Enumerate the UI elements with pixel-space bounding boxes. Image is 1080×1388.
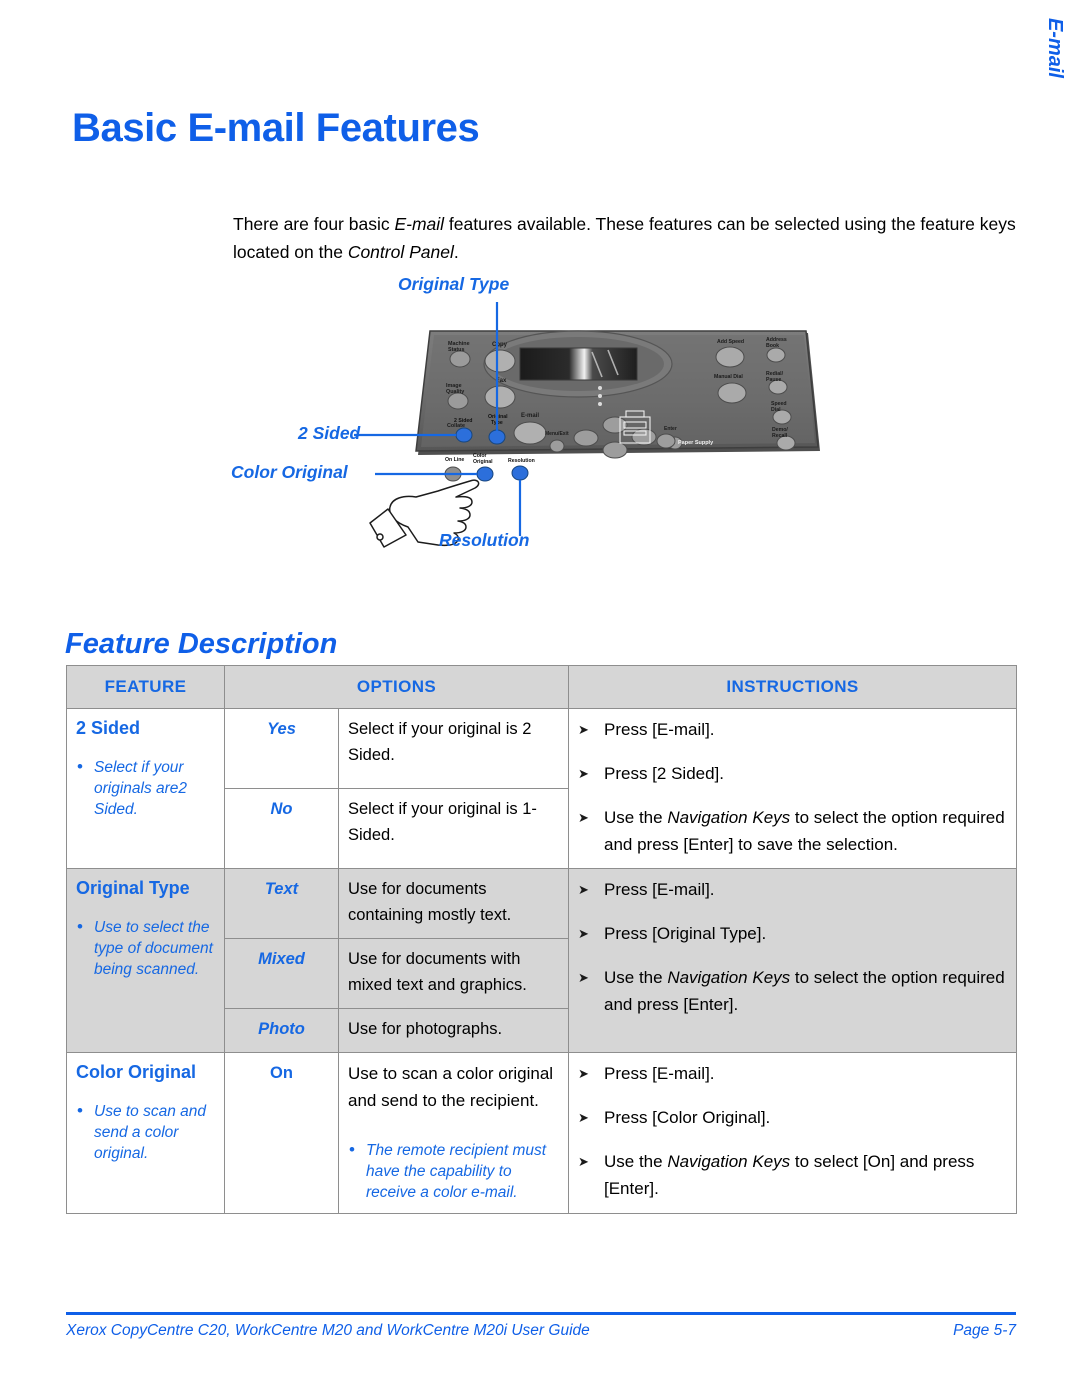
feature-title: 2 Sided — [76, 718, 141, 738]
instruction-pre: Use the — [604, 1152, 668, 1171]
option-value-yes: Yes — [224, 708, 339, 789]
intro-text-1: There are four basic — [233, 213, 395, 234]
callout-resolution: Resolution — [439, 530, 530, 550]
table-row: Color Original Use to scan and send a co… — [66, 1052, 1017, 1214]
option-description: Select if your original is 1-Sided. — [338, 788, 569, 869]
column-header-options: OPTIONS — [224, 665, 569, 709]
feature-title: Original Type — [76, 878, 190, 898]
instruction-step: Press [Original Type]. — [578, 920, 1007, 947]
instructions-cell-2-sided: Press [E-mail]. Press [2 Sided]. Use the… — [568, 708, 1017, 869]
instruction-emphasis: Navigation Keys — [667, 968, 791, 987]
svg-text:Quality: Quality — [446, 389, 464, 395]
footer-page-number: Page 5-7 — [953, 1322, 1016, 1339]
paper-supply-label: Paper Supply — [678, 440, 714, 446]
callout-2-sided: 2 Sided — [298, 423, 361, 443]
option-description: Select if your original is 2 Sided. — [338, 708, 569, 789]
option-value-no: No — [224, 788, 339, 869]
svg-text:Resolution: Resolution — [508, 458, 535, 464]
svg-text:Book: Book — [766, 343, 779, 349]
svg-text:On Line: On Line — [445, 457, 464, 463]
control-panel-diagram: Machine Status Image Quality Collate Copy … — [220, 265, 820, 565]
btn-color-original — [476, 466, 494, 482]
option-description: Use to scan a color original and send to… — [348, 1064, 554, 1110]
option-description-cell: Use to scan a color original and send to… — [338, 1052, 569, 1214]
intro-text-3: . — [453, 241, 459, 262]
feature-note: Use to select the type of document being… — [76, 916, 215, 980]
btn-2-sided — [455, 427, 473, 443]
instruction-pre: Use the — [604, 968, 668, 987]
table-header-row: FEATURE OPTIONS INSTRUCTIONS — [66, 665, 1017, 709]
callout-color-original: Color Original — [231, 462, 348, 482]
option-description: Use for documents containing mostly text… — [338, 868, 569, 939]
callout-original-type: Original Type — [398, 274, 510, 294]
feature-cell-original-type: Original Type Use to select the type of … — [66, 868, 225, 1053]
chapter-side-tab: E-mail — [1044, 17, 1066, 78]
btn-resolution — [511, 465, 529, 481]
option-description: Use for documents with mixed text and gr… — [338, 938, 569, 1009]
instruction-step: Use the Navigation Keys to select [On] a… — [578, 1148, 1007, 1202]
instruction-step: Press [E-mail]. — [578, 876, 1007, 903]
instruction-step: Press [E-mail]. — [578, 1060, 1007, 1087]
instruction-emphasis: Navigation Keys — [667, 808, 791, 827]
page-title: Basic E-mail Features — [72, 105, 480, 150]
option-value-mixed: Mixed — [224, 938, 339, 1009]
instruction-pre: Use the — [604, 808, 668, 827]
svg-text:Manual Dial: Manual Dial — [714, 374, 743, 380]
option-value-on: On — [224, 1052, 339, 1214]
option-description-note: The remote recipient must have the capab… — [348, 1139, 559, 1203]
intro-paragraph: There are four basic E-mail features ava… — [233, 210, 1023, 266]
instruction-step: Press [E-mail]. — [578, 716, 1007, 743]
instruction-emphasis: Navigation Keys — [667, 1152, 791, 1171]
table-row: Original Type Use to select the type of … — [66, 868, 1017, 1053]
label-2-sided: 2 Sided — [454, 418, 472, 424]
svg-text:Dial: Dial — [771, 407, 781, 413]
option-description: Use for photographs. — [338, 1008, 569, 1053]
paper-supply-button — [656, 433, 676, 449]
option-value-photo: Photo — [224, 1008, 339, 1053]
table-row: 2 Sided Select if your originals are2 Si… — [66, 708, 1017, 869]
svg-text:Copy: Copy — [492, 342, 508, 348]
instructions-cell-color-original: Press [E-mail]. Press [Color Original]. … — [568, 1052, 1017, 1214]
intro-emphasis-control-panel: Control Panel — [347, 241, 454, 262]
svg-text:E-mail: E-mail — [521, 413, 539, 419]
intro-emphasis-email: E-mail — [394, 213, 445, 234]
feature-note: Use to scan and send a color original. — [76, 1100, 215, 1164]
column-header-instructions: INSTRUCTIONS — [568, 665, 1017, 709]
control-panel-svg: MachineStatus ImageQuality Collate Copy … — [354, 302, 820, 548]
footer-rule — [66, 1312, 1016, 1315]
instruction-step: Use the Navigation Keys to select the op… — [578, 804, 1007, 858]
svg-text:Original: Original — [473, 459, 493, 465]
page: Basic E-mail Features E-mail There are f… — [0, 0, 1080, 1388]
option-value-text: Text — [224, 868, 339, 939]
footer-guide-name: Xerox CopyCentre C20, WorkCentre M20 and… — [66, 1322, 590, 1339]
svg-text:Add Speed: Add Speed — [717, 339, 744, 345]
svg-text:Status: Status — [448, 347, 464, 353]
enter-label: Enter — [664, 426, 677, 432]
btn-original-type — [488, 429, 506, 445]
instruction-step: Press [Color Original]. — [578, 1104, 1007, 1131]
feature-cell-2-sided: 2 Sided Select if your originals are2 Si… — [66, 708, 225, 869]
feature-description-table: FEATURE OPTIONS INSTRUCTIONS 2 Sided Sel… — [66, 665, 1017, 1214]
instructions-cell-original-type: Press [E-mail]. Press [Original Type]. U… — [568, 868, 1017, 1053]
svg-text:Pause: Pause — [766, 377, 781, 383]
section-heading-feature-description: Feature Description — [65, 628, 338, 661]
instruction-step: Use the Navigation Keys to select the op… — [578, 964, 1007, 1018]
feature-cell-color-original: Color Original Use to scan and send a co… — [66, 1052, 225, 1214]
feature-title: Color Original — [76, 1062, 197, 1082]
instruction-step: Press [2 Sided]. — [578, 760, 1007, 787]
svg-text:Recall: Recall — [772, 433, 788, 439]
column-header-feature: FEATURE — [66, 665, 225, 709]
feature-note: Select if your originals are2 Sided. — [76, 756, 215, 820]
menu-exit-label: Menu/Exit — [545, 431, 569, 437]
